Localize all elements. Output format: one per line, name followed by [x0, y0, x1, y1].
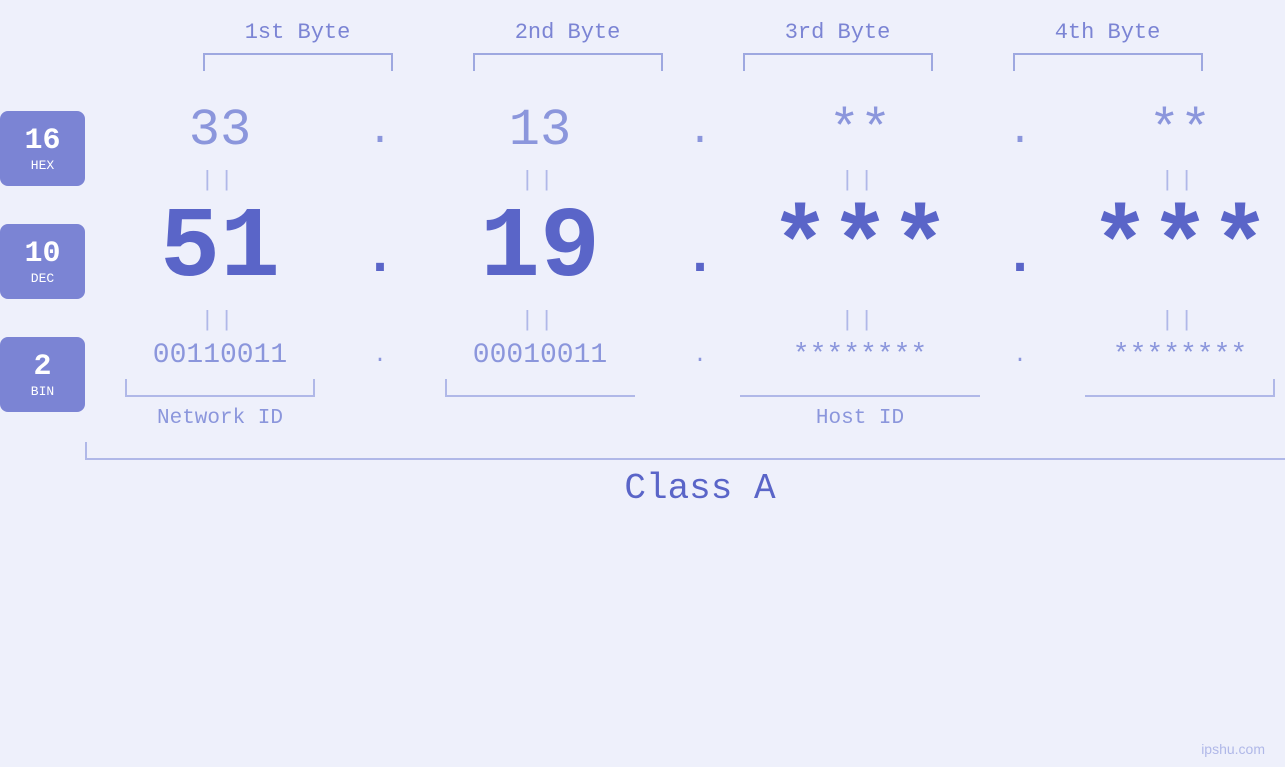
bin-cell-1: 00110011: [85, 340, 355, 371]
byte-headers-row: 1st Byte 2nd Byte 3rd Byte 4th Byte: [60, 20, 1285, 45]
hex-base-label: HEX: [31, 158, 54, 173]
dec-val-4: ***: [1090, 200, 1270, 300]
eq-cell-2: ||: [405, 168, 675, 193]
bracket-top-2: [473, 53, 663, 71]
bin-val-2: 00010011: [473, 340, 607, 371]
top-bracket-3: [703, 53, 973, 71]
network-bracket: [125, 379, 315, 397]
bin-base-label: BIN: [31, 384, 54, 399]
hex-val-1: 33: [189, 101, 251, 160]
bin-val-3: ********: [793, 340, 927, 371]
dot-bin-1: .: [355, 343, 405, 368]
dot-dec-2: .: [675, 225, 725, 300]
host-bracket-right: [1085, 379, 1275, 397]
id-labels-row: Network ID Host ID: [85, 407, 1285, 430]
eq-cell-1: ||: [85, 168, 355, 193]
class-bracket: [85, 442, 1285, 460]
bracket-top-3: [743, 53, 933, 71]
dot-hex-1: .: [355, 107, 405, 155]
bracket-top-4: [1013, 53, 1203, 71]
top-bracket-2: [433, 53, 703, 71]
dec-base-label: DEC: [31, 271, 54, 286]
dot-dec-1: .: [355, 225, 405, 300]
eq-cell-3: ||: [725, 168, 995, 193]
dot-hex-3: .: [995, 107, 1045, 155]
main-container: 1st Byte 2nd Byte 3rd Byte 4th Byte 16 H…: [0, 0, 1285, 767]
host-bracket-cell-4: [1045, 379, 1285, 397]
watermark: ipshu.com: [1201, 741, 1265, 757]
hex-cell-4: **: [1045, 101, 1285, 160]
byte-header-3: 3rd Byte: [703, 20, 973, 45]
host-bracket-left: [445, 379, 635, 397]
host-bracket-cell-3: [725, 379, 995, 397]
dec-cell-4: ***: [1045, 200, 1285, 300]
bin-row: 00110011 . 00010011 . ******** . *******…: [85, 340, 1285, 371]
bin-val-4: ********: [1113, 340, 1247, 371]
host-id-label: Host ID: [405, 407, 1285, 430]
top-bracket-4: [973, 53, 1243, 71]
top-brackets-row: [60, 53, 1285, 71]
dot-bin-2: .: [675, 343, 725, 368]
eq-cell-4: ||: [1045, 168, 1285, 193]
dec-val-3: ***: [770, 200, 950, 300]
host-bracket-outer: [405, 379, 1285, 397]
dec-cell-1: 51: [85, 200, 355, 300]
label-column: 16 HEX 10 DEC 2 BIN: [0, 101, 85, 412]
bin-cell-3: ********: [725, 340, 995, 371]
bin-val-1: 00110011: [153, 340, 287, 371]
hex-cell-3: **: [725, 101, 995, 160]
hex-val-2: 13: [509, 101, 571, 160]
hex-val-4: **: [1149, 101, 1211, 160]
host-bracket-mid: [740, 379, 980, 397]
network-bracket-cell: [85, 379, 355, 397]
bin-cell-2: 00010011: [405, 340, 675, 371]
dot-dec-3: .: [995, 225, 1045, 300]
hex-badge: 16 HEX: [0, 111, 85, 186]
dec-cell-2: 19: [405, 200, 675, 300]
bin-badge: 2 BIN: [0, 337, 85, 412]
hex-row: 33 . 13 . ** . **: [85, 101, 1285, 160]
eq2-cell-1: ||: [85, 308, 355, 333]
bottom-brackets-row: [85, 379, 1285, 397]
hex-cell-1: 33: [85, 101, 355, 160]
class-label: Class A: [85, 468, 1285, 509]
host-bracket-cell-2: [405, 379, 675, 397]
dec-badge: 10 DEC: [0, 224, 85, 299]
byte-header-1: 1st Byte: [163, 20, 433, 45]
dec-val-2: 19: [480, 200, 600, 300]
dec-cell-3: ***: [725, 200, 995, 300]
dot-hex-2: .: [675, 107, 725, 155]
eq2-cell-2: ||: [405, 308, 675, 333]
equals-row-2: || || || ||: [85, 300, 1285, 340]
network-id-label: Network ID: [85, 407, 355, 430]
dec-base-num: 10: [24, 238, 60, 271]
eq2-cell-4: ||: [1045, 308, 1285, 333]
top-bracket-1: [163, 53, 433, 71]
bin-base-num: 2: [33, 351, 51, 384]
bracket-top-1: [203, 53, 393, 71]
class-bracket-row: [85, 442, 1285, 460]
eq2-cell-3: ||: [725, 308, 995, 333]
hex-base-num: 16: [24, 125, 60, 158]
hex-val-3: **: [829, 101, 891, 160]
dec-val-1: 51: [160, 200, 280, 300]
bin-cell-4: ********: [1045, 340, 1285, 371]
byte-header-4: 4th Byte: [973, 20, 1243, 45]
dec-row: 51 . 19 . *** . ***: [85, 200, 1285, 300]
hex-cell-2: 13: [405, 101, 675, 160]
byte-header-2: 2nd Byte: [433, 20, 703, 45]
dot-bin-3: .: [995, 343, 1045, 368]
